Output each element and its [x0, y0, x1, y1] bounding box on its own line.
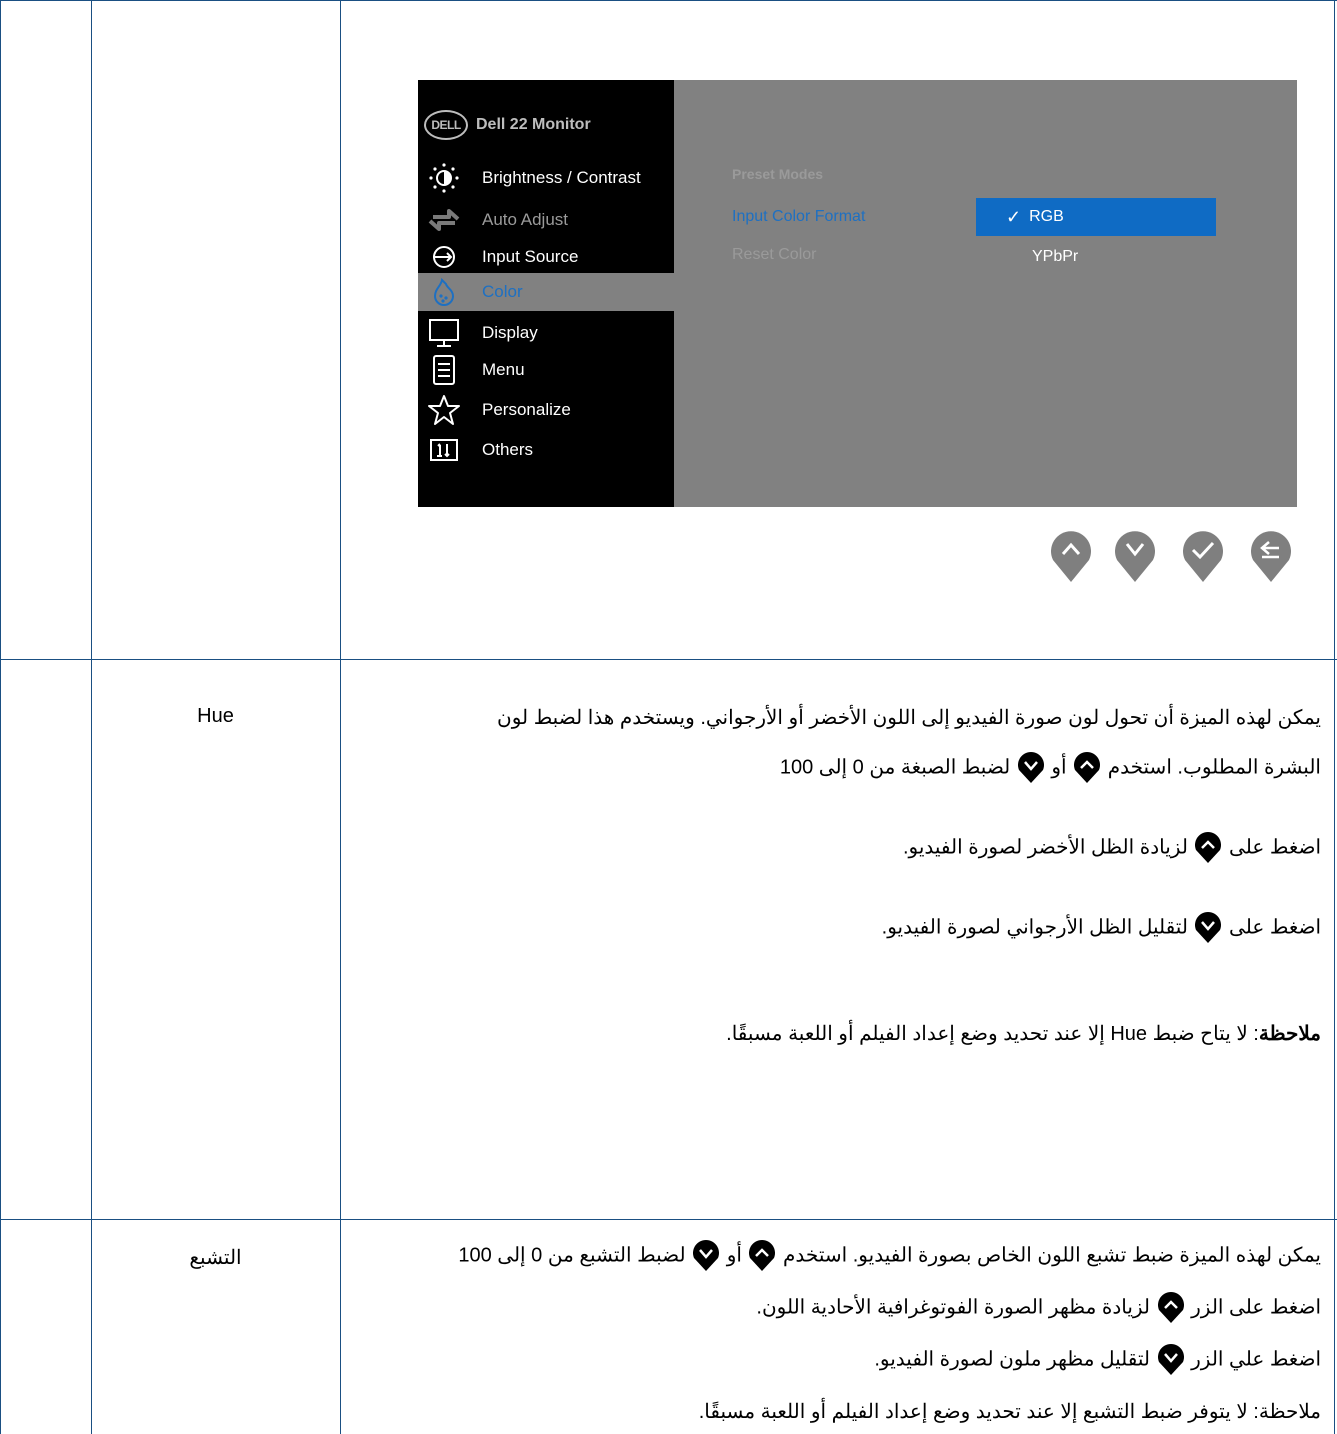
option-label: RGB [1029, 208, 1064, 225]
menu-item-personalize[interactable]: Personalize [418, 392, 674, 428]
table-border-top [0, 0, 1337, 1]
text-span: لتقليل الظل الأرجواني لصورة الفيديو. [881, 916, 1188, 939]
saturation-description-line-2: اضغط على الزر لزيادة مظهر الصورة الفوتوغ… [361, 1292, 1321, 1324]
osd-menu-screenshot: DELL Dell 22 Monitor Brightness / Contra… [418, 80, 1297, 507]
down-arrow-icon [1195, 912, 1222, 943]
up-arrow-icon [1195, 832, 1222, 863]
up-arrow-button-icon[interactable] [1049, 527, 1093, 583]
hue-description-line-4: اضغط على لتقليل الظل الأرجواني لصورة الف… [361, 912, 1321, 944]
row-divider-2 [0, 1219, 1337, 1220]
row-divider-1 [0, 659, 1337, 660]
text-span: لزيادة مظهر الصورة الفوتوغرافية الأحادية… [756, 1296, 1151, 1319]
saturation-label: التشبع [189, 1247, 242, 1269]
brightness-icon [426, 162, 462, 194]
ok-check-button-icon[interactable] [1181, 527, 1225, 583]
text-span: اضغط علي الزر [1191, 1348, 1321, 1371]
menu-item-label: Input Source [482, 247, 579, 266]
submenu-input-color-format[interactable]: Input Color Format [732, 208, 865, 226]
text-span: أو [1051, 756, 1067, 779]
hue-description-line-3: اضغط على لزيادة الظل الأخضر لصورة الفيدي… [361, 832, 1321, 864]
hue-note: ملاحظة: لا يتاح ضبط Hue إلا عند تحديد وض… [361, 1021, 1321, 1046]
osd-header: DELL Dell 22 Monitor [424, 108, 591, 142]
saturation-description-line-3: اضغط علي الزر لتقليل مظهر ملون لصورة الف… [361, 1344, 1321, 1376]
menu-item-auto-adjust[interactable]: Auto Adjust [418, 202, 674, 238]
menu-item-label: Color [482, 282, 523, 301]
menu-item-label: Brightness / Contrast [482, 168, 641, 187]
back-button-icon[interactable] [1249, 527, 1293, 583]
checkmark-icon: ✓ [1006, 206, 1022, 227]
text-span: اضغط على [1229, 836, 1321, 859]
menu-item-label: Menu [482, 360, 525, 379]
text-span: اضغط على الزر [1191, 1296, 1321, 1319]
text-span: لتقليل مظهر ملون لصورة الفيديو. [874, 1348, 1151, 1371]
dell-logo: DELL [424, 110, 468, 140]
menu-item-brightness-contrast[interactable]: Brightness / Contrast [418, 160, 674, 196]
down-arrow-icon [693, 1240, 720, 1271]
display-icon [426, 317, 462, 349]
menu-item-input-source[interactable]: Input Source [418, 239, 674, 275]
up-arrow-icon [1157, 1292, 1184, 1323]
hue-description-line-1: يمكن لهذه الميزة أن تحول لون صورة الفيدي… [361, 705, 1321, 730]
menu-icon [426, 354, 462, 386]
star-icon [426, 394, 462, 426]
note-label: ملاحظة [1258, 1023, 1321, 1045]
option-ypbpr[interactable]: YPbPr [1032, 248, 1078, 266]
menu-item-label: Personalize [482, 400, 571, 419]
submenu-preset-modes[interactable]: Preset Modes [732, 166, 823, 182]
menu-item-others[interactable]: Others [418, 432, 674, 468]
text-span: البشرة المطلوب. استخدم [1107, 756, 1321, 779]
text-span: لضبط التشبع من 0 إلى 100 [458, 1244, 686, 1267]
document-page: DELL Dell 22 Monitor Brightness / Contra… [0, 0, 1337, 1434]
text-span: أو [726, 1244, 742, 1267]
input-source-icon [426, 241, 462, 273]
up-arrow-icon [749, 1240, 776, 1271]
hue-label: Hue [197, 705, 234, 727]
menu-item-label: Others [482, 440, 534, 459]
hue-description-line-2: البشرة المطلوب. استخدم أو لضبط الصبغة من… [361, 752, 1321, 784]
down-arrow-button-icon[interactable] [1113, 527, 1157, 583]
text-span: اضغط على [1229, 916, 1321, 939]
menu-item-color[interactable]: Color [418, 273, 674, 311]
monitor-model-title: Dell 22 Monitor [476, 116, 591, 133]
down-arrow-icon [1017, 752, 1044, 783]
down-arrow-icon [1157, 1344, 1184, 1375]
menu-item-label: Auto Adjust [482, 210, 569, 229]
menu-item-display[interactable]: Display [418, 315, 674, 351]
up-arrow-icon [1074, 752, 1101, 783]
saturation-description-line-1: يمكن لهذه الميزة ضبط تشبع اللون الخاص بص… [361, 1240, 1321, 1272]
option-rgb-selected[interactable]: ✓ RGB [976, 198, 1216, 236]
saturation-note: ملاحظة: لا يتوفر ضبط التشبع إلا عند تحدي… [698, 1401, 1321, 1423]
menu-item-label: Display [482, 323, 538, 342]
text-span: لضبط الصبغة من 0 إلى 100 [779, 756, 1011, 779]
note-text: : لا يتاح ضبط Hue إلا عند تحديد وضع إعدا… [726, 1023, 1259, 1045]
auto-adjust-icon [426, 204, 462, 236]
text-span: لزيادة الظل الأخضر لصورة الفيديو. [902, 836, 1188, 859]
osd-main-menu: DELL Dell 22 Monitor Brightness / Contra… [418, 80, 674, 507]
color-icon [426, 276, 462, 308]
text-span: يمكن لهذه الميزة ضبط تشبع اللون الخاص بص… [783, 1244, 1321, 1267]
others-icon [426, 434, 462, 466]
menu-item-menu[interactable]: Menu [418, 352, 674, 388]
submenu-reset-color[interactable]: Reset Color [732, 246, 816, 264]
text-span: يمكن لهذه الميزة أن تحول لون صورة الفيدي… [497, 707, 1321, 729]
